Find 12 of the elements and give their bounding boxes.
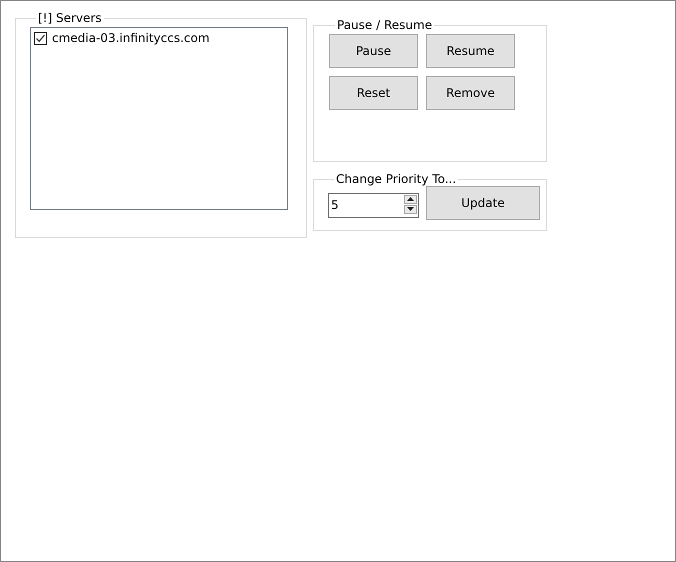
update-button[interactable]: Update (426, 186, 540, 220)
action-button[interactable]: Pause (329, 34, 418, 68)
server-list[interactable]: cmedia-03.infinityccs.com (30, 27, 288, 210)
action-button[interactable]: Resume (426, 34, 515, 68)
server-item[interactable]: cmedia-03.infinityccs.com (52, 31, 210, 45)
group-title: Pause / Resume (336, 18, 434, 32)
group-title: Change Priority To... (335, 172, 458, 186)
group-title: [!] Servers (37, 11, 103, 25)
action-button[interactable]: Remove (426, 76, 515, 110)
priority-field[interactable]: 5 (328, 192, 419, 218)
action-button[interactable]: Reset (329, 76, 418, 110)
checkbox[interactable] (34, 32, 47, 44)
